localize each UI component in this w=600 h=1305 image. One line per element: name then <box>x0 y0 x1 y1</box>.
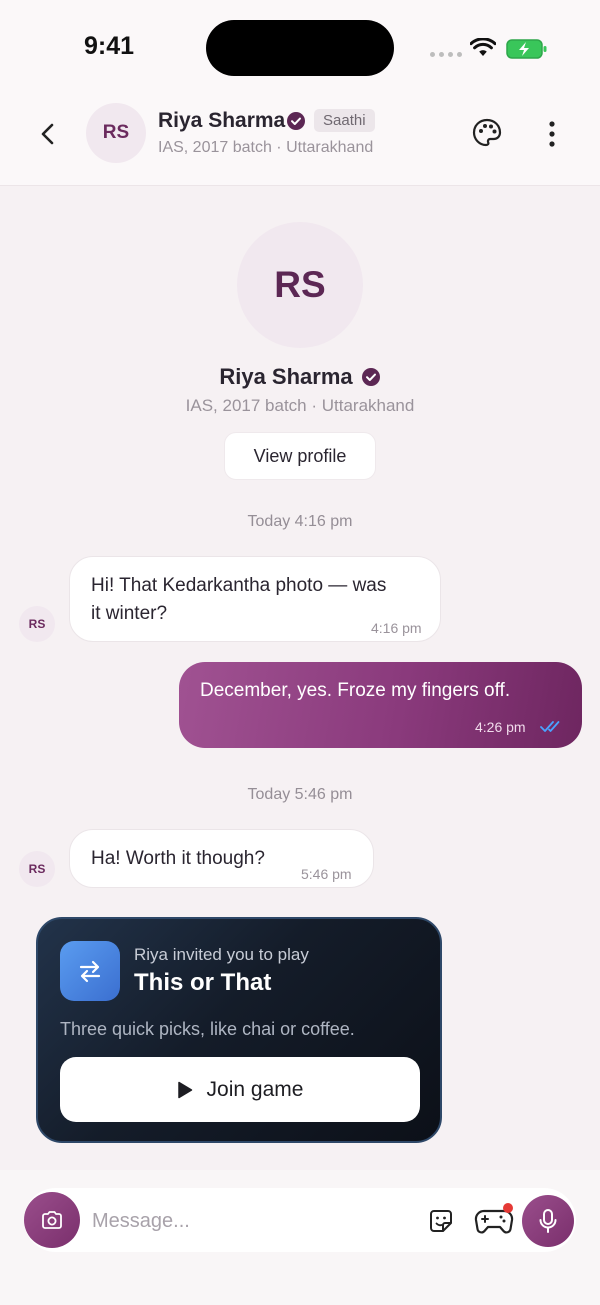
game-title: This or That <box>134 969 272 996</box>
microphone-icon <box>539 1209 557 1233</box>
message-avatar[interactable]: RS <box>19 606 55 642</box>
profile-avatar: RS <box>237 222 363 348</box>
game-invite-text: Riya invited you to play <box>134 945 309 964</box>
message-time: 4:26 pm <box>475 719 526 735</box>
status-time: 9:41 <box>84 32 135 60</box>
profile-subtitle: IAS, 2017 batch · Uttarakhand <box>185 396 415 415</box>
message-time: 4:16 pm <box>371 620 422 636</box>
more-options-icon[interactable] <box>540 120 564 148</box>
join-game-button[interactable]: Join game <box>60 1057 420 1122</box>
dynamic-island <box>206 20 394 76</box>
camera-icon <box>42 1211 62 1229</box>
notification-dot <box>503 1203 513 1213</box>
sticker-icon[interactable] <box>426 1206 456 1236</box>
back-button[interactable] <box>32 118 64 150</box>
contact-subtitle: IAS, 2017 batch · Uttarakhand <box>158 139 374 156</box>
saathi-badge: Saathi <box>314 109 375 132</box>
status-bar: 9:41 <box>0 0 600 96</box>
palette-icon[interactable] <box>470 116 504 150</box>
play-icon <box>177 1081 192 1098</box>
outgoing-message[interactable]: December, yes. Froze my fingers off. 4:2… <box>179 662 582 748</box>
cellular-signal-icon <box>430 52 462 57</box>
contact-name[interactable]: Riya Sharma <box>158 109 285 133</box>
join-game-label: Join game <box>206 1077 304 1101</box>
contact-avatar[interactable]: RS <box>86 103 146 163</box>
camera-button[interactable] <box>24 1192 80 1248</box>
wifi-icon <box>470 38 496 56</box>
date-separator: Today 5:46 pm <box>247 786 353 803</box>
chat-header: RS Riya Sharma Saathi IAS, 2017 batch · … <box>0 96 600 186</box>
message-text: December, yes. Froze my fingers off. <box>200 680 511 701</box>
incoming-message[interactable]: Hi! That Kedarkantha photo — was it wint… <box>69 556 441 642</box>
message-text: it winter? <box>91 603 168 624</box>
date-separator: Today 4:16 pm <box>247 513 353 530</box>
verified-badge-icon <box>287 112 305 130</box>
profile-name-row: Riya Sharma <box>0 364 600 390</box>
battery-icon <box>506 39 547 59</box>
message-text: Hi! That Kedarkantha photo — was <box>91 575 387 596</box>
message-text: Ha! Worth it though? <box>91 848 265 869</box>
profile-name: Riya Sharma <box>219 364 353 389</box>
incoming-message[interactable]: Ha! Worth it though? 5:46 pm <box>69 829 374 888</box>
game-invite-card: Riya invited you to play This or That Th… <box>36 917 442 1143</box>
swap-arrows-icon <box>60 941 120 1001</box>
message-time: 5:46 pm <box>301 866 352 882</box>
message-avatar[interactable]: RS <box>19 851 55 887</box>
game-description: Three quick picks, like chai or coffee. <box>60 1019 355 1039</box>
verified-badge-icon <box>361 368 380 386</box>
view-profile-button[interactable]: View profile <box>224 432 376 480</box>
read-receipt-icon <box>540 721 560 732</box>
voice-message-button[interactable] <box>522 1195 574 1247</box>
message-input[interactable] <box>92 1204 392 1238</box>
